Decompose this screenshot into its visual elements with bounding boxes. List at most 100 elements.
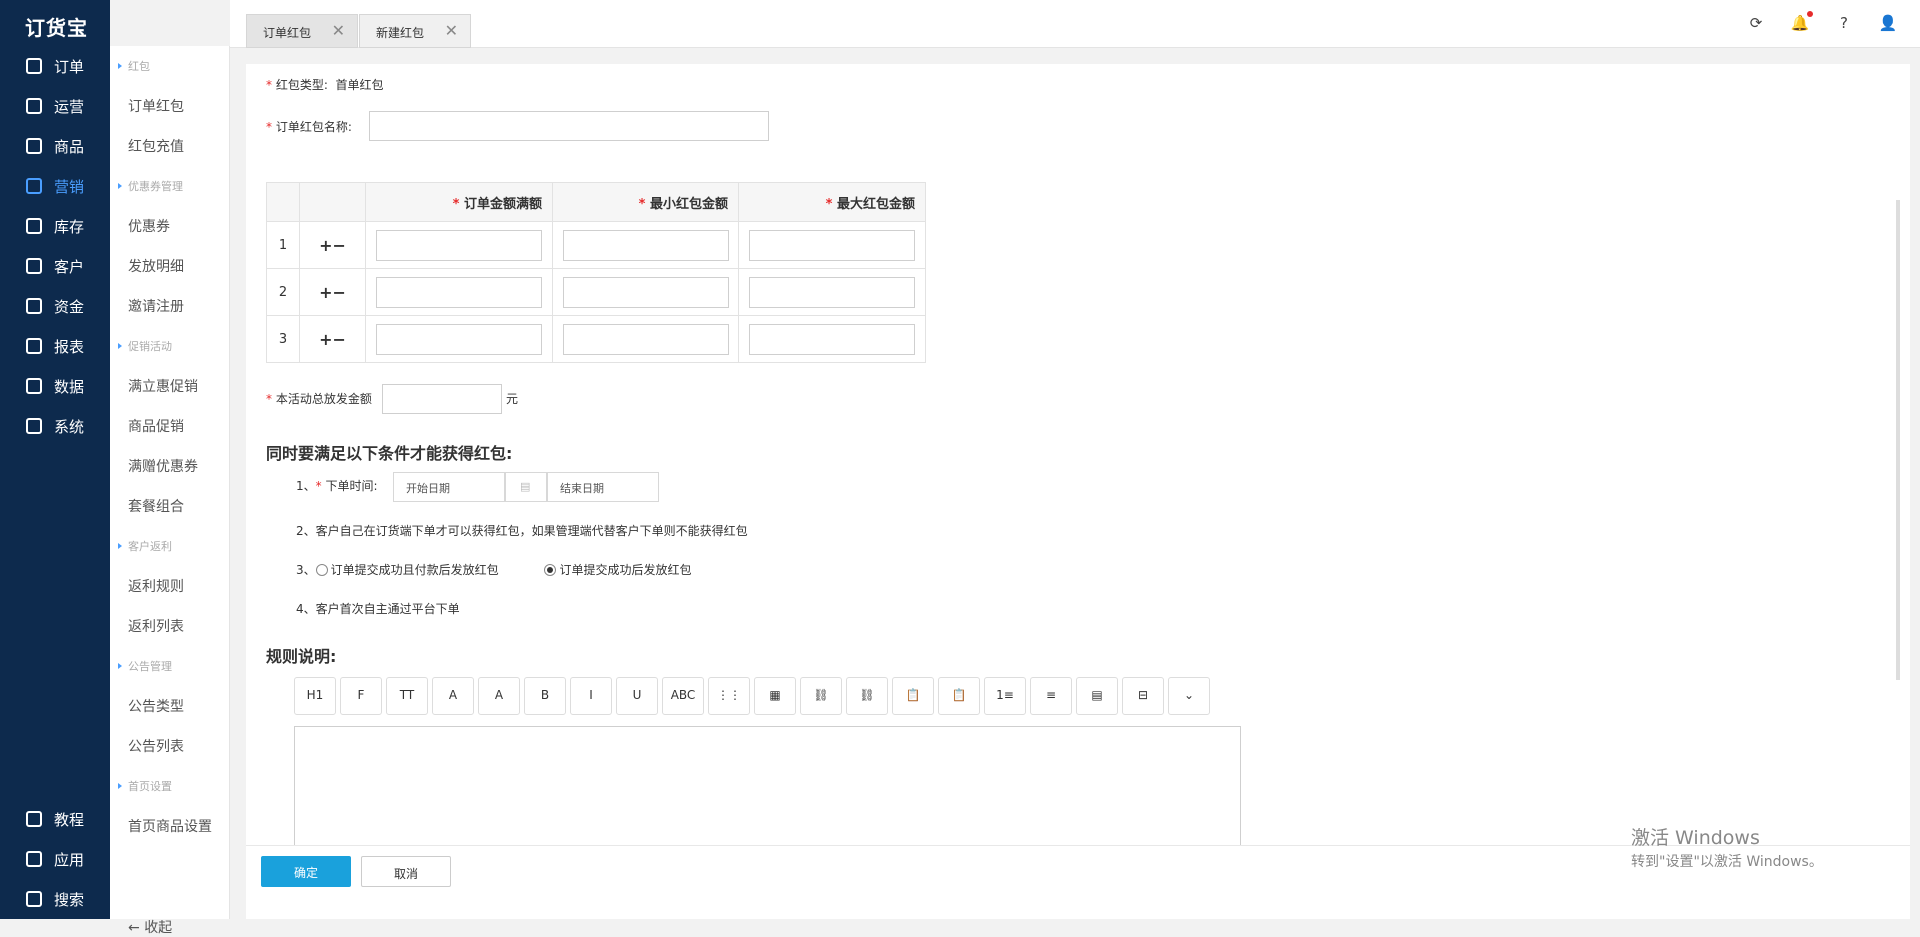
total-input[interactable] xyxy=(382,384,502,414)
min-input[interactable] xyxy=(562,323,729,355)
toolbar-button[interactable]: H1 xyxy=(294,677,336,715)
nav-item[interactable]: 客户 xyxy=(0,246,110,286)
amount-input[interactable] xyxy=(376,323,542,355)
max-input[interactable] xyxy=(749,323,915,355)
min-input[interactable] xyxy=(562,276,729,308)
cube-icon xyxy=(26,851,42,867)
radio-submit[interactable] xyxy=(544,564,557,576)
rules-editor[interactable] xyxy=(294,726,1241,850)
submenu-item[interactable]: 公告列表 xyxy=(110,726,229,766)
user-icon[interactable]: 👤 xyxy=(1878,14,1898,34)
submenu-item[interactable]: 优惠券 xyxy=(110,206,229,246)
pie-icon xyxy=(26,338,42,354)
submenu-group[interactable]: 客户返利 xyxy=(110,526,229,566)
close-icon[interactable]: ✕ xyxy=(445,21,458,40)
add-remove-button[interactable]: +− xyxy=(299,221,366,269)
nav-item[interactable]: 商品 xyxy=(0,126,110,166)
nav-label: 搜索 xyxy=(54,890,85,909)
submenu-item[interactable]: 公告类型 xyxy=(110,686,229,726)
submenu-item[interactable]: 返利列表 xyxy=(110,606,229,646)
submenu-item[interactable]: 满赠优惠券 xyxy=(110,446,229,486)
table-row: 2 +− xyxy=(266,268,926,316)
radio-pay-after[interactable] xyxy=(315,564,328,576)
submenu-item[interactable]: 红包充值 xyxy=(110,126,229,166)
bell-icon[interactable]: 🔔 xyxy=(1790,14,1810,34)
submenu-item[interactable]: 套餐组合 xyxy=(110,486,229,526)
submenu-item[interactable]: 邀请注册 xyxy=(110,286,229,326)
total-row: * 本活动总放发金额 xyxy=(266,392,372,406)
scrollbar[interactable] xyxy=(1896,200,1900,680)
nav-item[interactable]: 营销 xyxy=(0,166,110,206)
collapse-button[interactable]: ← 收起 xyxy=(128,917,172,937)
nav-item[interactable]: 报表 xyxy=(0,326,110,366)
min-input[interactable] xyxy=(562,229,729,261)
submenu-item[interactable]: 订单红包 xyxy=(110,86,229,126)
nav-item[interactable]: 数据 xyxy=(0,366,110,406)
tab-new-redpacket[interactable]: 新建红包 ✕ xyxy=(359,14,471,48)
condition-2: 2、客户自己在订货端下单才可以获得红包，如果管理端代替客户下单则不能获得红包 xyxy=(296,524,748,538)
submenu-item[interactable]: 满立惠促销 xyxy=(110,366,229,406)
toolbar-button[interactable]: ⊟ xyxy=(1122,677,1164,715)
toolbar-button[interactable]: A xyxy=(432,677,474,715)
submenu-item[interactable]: 商品促销 xyxy=(110,406,229,446)
nav-item[interactable]: 库存 xyxy=(0,206,110,246)
submenu-group[interactable]: 优惠券管理 xyxy=(110,166,229,206)
top-bar: 订单红包 ✕ 新建红包 ✕ ⟳ 🔔 ? 👤 xyxy=(230,0,1920,48)
toolbar-button[interactable]: A xyxy=(478,677,520,715)
nav-item[interactable]: 应用 xyxy=(0,839,110,879)
toolbar-button[interactable]: ⛓ xyxy=(846,677,888,715)
marketing-icon xyxy=(26,178,42,194)
toolbar-button[interactable]: U xyxy=(616,677,658,715)
submenu-group[interactable]: 红包 xyxy=(110,46,229,86)
max-input[interactable] xyxy=(749,276,915,308)
toolbar-button[interactable]: TT xyxy=(386,677,428,715)
nav-label: 营销 xyxy=(54,177,85,196)
toolbar-button[interactable]: ⌄ xyxy=(1168,677,1210,715)
nav-item[interactable]: 教程 xyxy=(0,799,110,839)
nav-item[interactable]: 系统 xyxy=(0,406,110,446)
submenu-item[interactable]: 首页商品设置 xyxy=(110,806,229,846)
add-remove-button[interactable]: +− xyxy=(299,268,366,316)
nav-item[interactable]: 订单 xyxy=(0,46,110,86)
toolbar-button[interactable]: ▦ xyxy=(754,677,796,715)
toolbar-button[interactable]: 📋 xyxy=(938,677,980,715)
amount-input[interactable] xyxy=(376,229,542,261)
submenu-group[interactable]: 公告管理 xyxy=(110,646,229,686)
submenu-item[interactable]: 发放明细 xyxy=(110,246,229,286)
table-row: 1 +− xyxy=(266,221,926,269)
submenu-item[interactable]: 返利规则 xyxy=(110,566,229,606)
toolbar-button[interactable]: ≡ xyxy=(1030,677,1072,715)
notification-dot xyxy=(1807,11,1813,17)
help-icon[interactable]: ? xyxy=(1834,14,1854,34)
start-date-input[interactable]: 开始日期 xyxy=(393,472,505,502)
tab-order-redpacket[interactable]: 订单红包 ✕ xyxy=(246,14,358,48)
order-icon xyxy=(26,58,42,74)
row-index: 1 xyxy=(266,221,300,269)
calendar-icon[interactable]: ▤ xyxy=(505,472,547,502)
name-input[interactable] xyxy=(369,111,769,141)
condition-4: 4、客户首次自主通过平台下单 xyxy=(296,602,460,616)
toolbar-button[interactable]: ▤ xyxy=(1076,677,1118,715)
toolbar-button[interactable]: ABC xyxy=(662,677,704,715)
close-icon[interactable]: ✕ xyxy=(332,21,345,40)
cancel-button[interactable]: 取消 xyxy=(361,856,451,887)
end-date-input[interactable]: 结束日期 xyxy=(547,472,659,502)
refresh-icon[interactable]: ⟳ xyxy=(1746,14,1766,34)
nav-item[interactable]: 搜索 xyxy=(0,879,110,919)
max-input[interactable] xyxy=(749,229,915,261)
nav-item[interactable]: 运营 xyxy=(0,86,110,126)
radio-label: 订单提交成功且付款后发放红包 xyxy=(330,563,499,577)
confirm-button[interactable]: 确定 xyxy=(261,856,351,887)
add-remove-button[interactable]: +− xyxy=(299,315,366,363)
amount-input[interactable] xyxy=(376,276,542,308)
toolbar-button[interactable]: ⋮⋮ xyxy=(708,677,750,715)
toolbar-button[interactable]: ⛓ xyxy=(800,677,842,715)
toolbar-button[interactable]: I xyxy=(570,677,612,715)
submenu-group[interactable]: 首页设置 xyxy=(110,766,229,806)
submenu-group[interactable]: 促销活动 xyxy=(110,326,229,366)
toolbar-button[interactable]: 📋 xyxy=(892,677,934,715)
toolbar-button[interactable]: 1≡ xyxy=(984,677,1026,715)
nav-item[interactable]: 资金 xyxy=(0,286,110,326)
toolbar-button[interactable]: B xyxy=(524,677,566,715)
toolbar-button[interactable]: F xyxy=(340,677,382,715)
